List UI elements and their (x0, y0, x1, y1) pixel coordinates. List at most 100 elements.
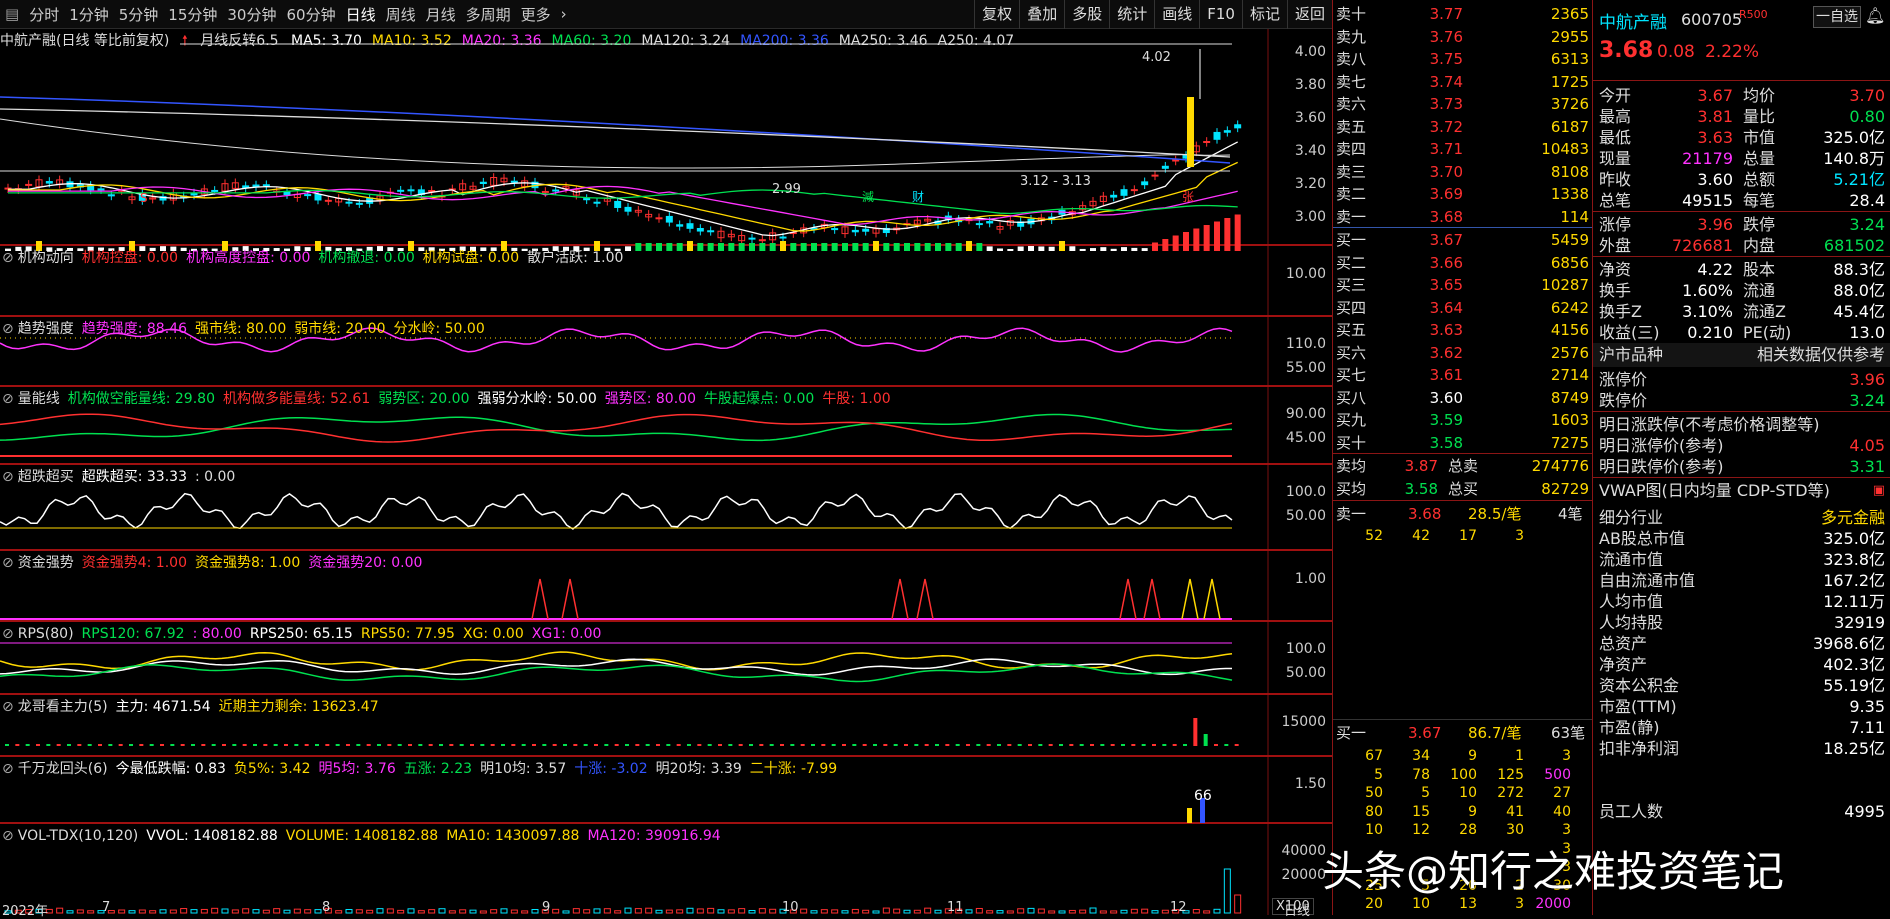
jigou-bar (966, 241, 972, 251)
indicator-header: ⊘ RPS(80) RPS120: 67.92: 80.00 RPS250: 65.1… (2, 623, 609, 645)
mainforce-bar (408, 744, 412, 746)
bid-row[interactable]: 买三 3.65 10287 (1333, 274, 1593, 297)
mainforce-bar (1028, 744, 1032, 746)
indicator-toggle-icon[interactable]: ⊘ (2, 626, 14, 642)
back-button[interactable]: 返回 (1286, 0, 1332, 29)
bid-row[interactable]: 买一 3.67 5459 (1333, 229, 1593, 252)
bid-row[interactable]: 买六 3.62 2576 (1333, 342, 1593, 365)
indicator-value: XG1: 0.00 (531, 626, 602, 642)
mainforce-bar (583, 744, 588, 746)
bid-level: 买七 (1336, 366, 1367, 384)
indicator-value: 明20均: 3.39 (655, 761, 742, 777)
mainforce-bar (1038, 744, 1043, 746)
candle (1161, 165, 1169, 169)
fuquan-button[interactable]: 复权 (974, 0, 1019, 29)
bid-row[interactable]: 买二 3.66 6856 (1333, 252, 1593, 275)
bid-row[interactable]: 买九 3.59 1603 (1333, 409, 1593, 432)
volume-bar (1068, 909, 1076, 914)
period-tab-daily[interactable]: 日线 (341, 4, 381, 25)
ask-row[interactable]: 卖八 3.75 6313 (1333, 48, 1593, 71)
indicator-toggle-icon[interactable]: ⊘ (2, 699, 14, 715)
bid-row[interactable]: 买十 3.58 7275 (1333, 432, 1593, 455)
ask-row[interactable]: 卖四 3.71 10483 (1333, 138, 1593, 161)
ask-row[interactable]: 卖五 3.72 6187 (1333, 116, 1593, 139)
period-tab-monthly[interactable]: 月线 (421, 4, 461, 25)
book-divider (1333, 500, 1593, 501)
indicator-name[interactable]: VOL-TDX(10,120) (18, 828, 139, 844)
mark-button[interactable]: 标记 (1241, 0, 1287, 29)
draw-button[interactable]: 画线 (1154, 0, 1199, 29)
period-tab-more[interactable]: 更多 (516, 4, 556, 25)
bell-icon[interactable]: 🔔︎ (1865, 6, 1885, 25)
jigou-bar (728, 243, 735, 251)
period-tab-weekly[interactable]: 周线 (381, 4, 421, 25)
bid-volume: 5459 (1550, 231, 1589, 249)
indicator-name[interactable]: 超跌超买 (18, 469, 74, 485)
bid-row[interactable]: 买八 3.60 8749 (1333, 387, 1593, 410)
period-tab-fenshi[interactable]: 分时 (24, 4, 64, 25)
period-tab-1min[interactable]: 1分钟 (64, 4, 114, 25)
multi-stock-button[interactable]: 多股 (1064, 0, 1109, 29)
bid-row[interactable]: 买四 3.64 6242 (1333, 297, 1593, 320)
indicator-toggle-icon[interactable]: ⊘ (2, 828, 14, 844)
mainforce-bar (1100, 744, 1105, 746)
indicator-toggle-icon[interactable]: ⊘ (2, 469, 14, 485)
indicator-name[interactable]: 趋势强度 (18, 321, 74, 337)
mainforce-bar (87, 744, 92, 746)
period-tab-5min[interactable]: 5分钟 (114, 4, 164, 25)
indicator-value: 资金强势20: 0.00 (308, 555, 423, 571)
stats-button[interactable]: 统计 (1109, 0, 1154, 29)
indicator-name[interactable]: 龙哥看主力(5) (18, 699, 108, 715)
indicator-toggle-icon[interactable]: ⊘ (2, 555, 14, 571)
volume-bar (242, 908, 250, 914)
cai-marker: 财 (912, 190, 924, 204)
candle (324, 199, 332, 202)
ask-row[interactable]: 卖一 3.68 114 (1333, 206, 1593, 229)
ask-row[interactable]: 卖十 3.77 2365 (1333, 3, 1593, 26)
f10-button[interactable]: F10 (1199, 0, 1242, 29)
overlay-button[interactable]: 叠加 (1019, 0, 1064, 29)
volume-bar (572, 908, 580, 914)
info-divider (1593, 411, 1890, 412)
ask-row[interactable]: 卖七 3.74 1725 (1333, 71, 1593, 94)
mainforce-bar (955, 744, 960, 746)
capital-spike (1203, 578, 1221, 620)
indicator-toggle-icon[interactable]: ⊘ (2, 761, 14, 777)
bid-row[interactable]: 买七 3.61 2714 (1333, 364, 1593, 387)
indicator-toggle-icon[interactable]: ⊘ (2, 391, 14, 407)
ask-volume: 6313 (1550, 50, 1589, 68)
indicator-name[interactable]: 资金强势 (18, 555, 74, 571)
mainforce-bar (77, 744, 82, 746)
expand-icon[interactable]: ▣ (1873, 479, 1885, 503)
indicator-toggle-icon[interactable]: ⊘ (2, 250, 14, 266)
indicator-name[interactable]: 机构动向 (18, 250, 74, 266)
candle (1130, 189, 1138, 192)
ask-row[interactable]: 卖二 3.69 1338 (1333, 183, 1593, 206)
jigou-bar (780, 241, 786, 251)
period-tab-15min[interactable]: 15分钟 (163, 4, 222, 25)
indicator-name[interactable]: 量能线 (18, 391, 60, 407)
mark-66: 66 (1194, 788, 1212, 804)
period-tab-multi[interactable]: 多周期 (461, 4, 516, 25)
mainforce-bar (242, 744, 247, 746)
ask-row[interactable]: 卖九 3.76 2955 (1333, 26, 1593, 49)
ask-price: 3.76 (1429, 27, 1463, 46)
volume-bar (924, 907, 932, 914)
period-tab-30min[interactable]: 30分钟 (222, 4, 281, 25)
ask-row[interactable]: 卖六 3.73 3726 (1333, 93, 1593, 116)
mainforce-bar (935, 744, 939, 746)
indicator-name[interactable]: RPS(80) (18, 626, 74, 642)
vwap-row[interactable]: VWAP图(日内均量 CDP-STD等) ▣ (1593, 479, 1890, 503)
mainforce-bar (862, 744, 867, 746)
bid-row[interactable]: 买五 3.63 4156 (1333, 319, 1593, 342)
mainforce-bar (511, 744, 516, 746)
mainforce-bar (749, 744, 753, 746)
menu-icon[interactable]: ▤ (0, 5, 24, 23)
period-tab-60min[interactable]: 60分钟 (281, 4, 340, 25)
ask-row[interactable]: 卖三 3.70 8108 (1333, 161, 1593, 184)
indicator-name[interactable]: 千万龙回头(6) (18, 761, 108, 777)
indicator-toggle-icon[interactable]: ⊘ (2, 321, 14, 337)
indicator-value: XG: 0.00 (462, 626, 524, 642)
stock-name: 中航产融 (1599, 13, 1667, 33)
add-watchlist-button[interactable]: 一自选 (1813, 6, 1861, 28)
